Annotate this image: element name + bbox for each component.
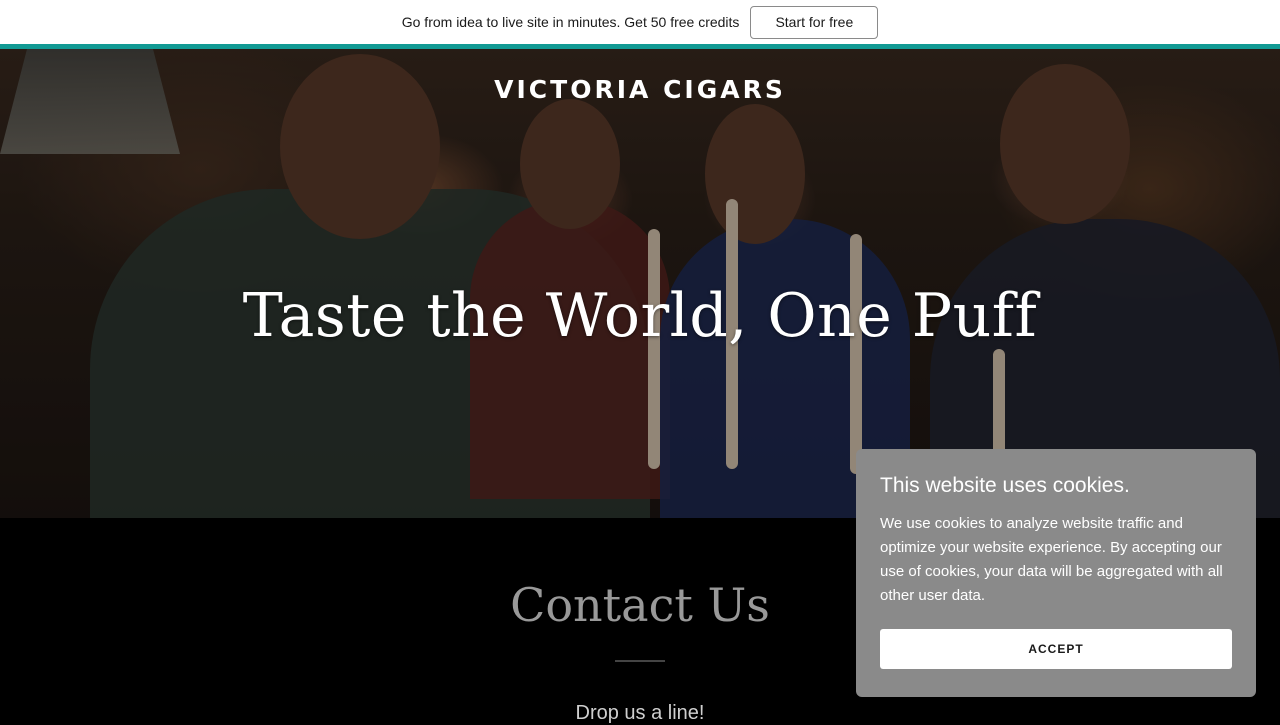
- start-for-free-button[interactable]: Start for free: [750, 5, 879, 39]
- hero-section: VICTORIA CIGARS Taste the World, One Puf…: [0, 49, 1280, 518]
- promo-text: Go from idea to live site in minutes. Ge…: [401, 14, 740, 30]
- hero-title: Taste the World, One Puff: [242, 281, 1038, 351]
- promo-banner: Go from idea to live site in minutes. Ge…: [0, 0, 1280, 44]
- accept-cookies-button[interactable]: ACCEPT: [880, 629, 1232, 669]
- cookie-consent-banner: This website uses cookies. We use cookie…: [856, 449, 1256, 697]
- section-divider: [615, 660, 665, 662]
- site-brand-logo[interactable]: VICTORIA CIGARS: [0, 75, 1280, 104]
- contact-subtitle: Drop us a line!: [575, 702, 705, 724]
- cookie-body: We use cookies to analyze website traffi…: [880, 515, 1223, 604]
- cookie-title: This website uses cookies.: [880, 474, 1130, 497]
